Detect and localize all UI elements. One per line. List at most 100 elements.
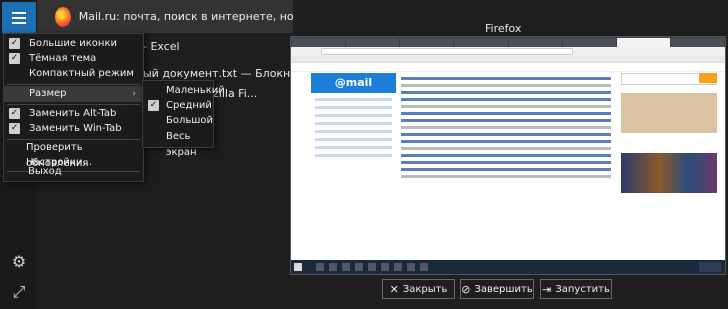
news-line xyxy=(401,119,611,122)
menu-item-label: Компактный режим xyxy=(29,68,134,79)
window-item-notepad-label[interactable]: ый документ.txt — Блокнот xyxy=(143,67,303,80)
close-button[interactable]: ✕ Закрыть xyxy=(382,279,455,299)
size-submenu: Маленький ✓ Средний Большой Весь экран xyxy=(142,80,225,158)
preview-line xyxy=(315,130,392,133)
submenu-item-label: Маленький xyxy=(166,85,225,96)
menu-item-exit-label[interactable]: Выход xyxy=(28,166,62,177)
browser-tab xyxy=(292,38,346,47)
main-menu: ✓ Большие иконки ✓ Тёмная тема Компактны… xyxy=(3,33,144,182)
chevron-right-icon: › xyxy=(132,89,136,99)
submenu-item-label: Весь экран xyxy=(166,131,197,158)
news-line xyxy=(401,84,611,87)
news-line xyxy=(401,126,611,129)
news-line xyxy=(401,77,611,80)
browser-tab xyxy=(508,38,562,47)
preview-right-column xyxy=(621,73,717,253)
preview-line xyxy=(315,146,392,149)
window-item-firefox[interactable]: Mail.ru: почта, поиск в интернете, новос… xyxy=(37,0,293,33)
launch-icon: ⇥ xyxy=(542,282,552,296)
menu-item-size[interactable]: Размер › xyxy=(4,86,143,102)
news-line xyxy=(401,140,611,143)
launch-button[interactable]: ⇥ Запустить xyxy=(540,279,612,299)
browser-tab xyxy=(454,38,508,47)
preview-taskbar xyxy=(291,260,725,274)
start-button xyxy=(294,263,302,271)
preview-title: Firefox xyxy=(485,22,522,35)
window-item-title: Mail.ru: почта, поиск в интернете, новос… xyxy=(78,10,293,23)
menu-separator xyxy=(7,84,140,85)
gear-icon[interactable]: ⚙ xyxy=(10,253,28,271)
preview-search xyxy=(621,73,717,85)
menu-item-large-icons[interactable]: ✓ Большие иконки xyxy=(4,36,143,52)
menu-item-label: Заменить Win-Tab xyxy=(29,123,122,134)
window-item-excel-label[interactable]: - Excel xyxy=(143,40,180,53)
taskbar-item xyxy=(329,263,337,271)
submenu-item-small[interactable]: Маленький xyxy=(143,83,225,99)
menu-item-compact-mode[interactable]: Компактный режим xyxy=(4,66,143,82)
menu-item-replace-alt-tab[interactable]: ✓ Заменить Alt-Tab xyxy=(4,106,143,122)
terminate-button-label: Завершить xyxy=(474,283,533,295)
browser-tab xyxy=(400,38,454,47)
check-icon: ✓ xyxy=(148,100,159,111)
browser-tab xyxy=(346,38,400,47)
check-icon: ✓ xyxy=(9,108,20,119)
news-line xyxy=(401,175,611,178)
menu-item-exit[interactable] xyxy=(4,165,143,181)
menu-item-check-updates[interactable]: Проверить обновления xyxy=(4,140,143,169)
submenu-item-label: Средний xyxy=(166,100,212,111)
launch-button-label: Запустить xyxy=(555,283,610,295)
news-line xyxy=(401,112,611,115)
taskbar-item xyxy=(316,263,324,271)
check-icon: ✓ xyxy=(9,38,20,49)
taskbar-item xyxy=(407,263,415,271)
mail-logo: @mail xyxy=(311,73,396,93)
menu-item-replace-win-tab[interactable]: ✓ Заменить Win-Tab xyxy=(4,121,143,137)
system-tray xyxy=(699,262,721,272)
menu-item-label: Размер xyxy=(29,88,67,99)
submenu-item-medium[interactable]: ✓ Средний xyxy=(143,98,213,114)
browser-tabbar xyxy=(291,37,725,47)
taskbar-item xyxy=(381,263,389,271)
preview-line xyxy=(315,122,392,125)
menu-separator xyxy=(7,104,140,105)
submenu-item-fullscreen[interactable]: Весь экран xyxy=(143,129,213,158)
fullscreen-icon[interactable]: ⤢ xyxy=(10,283,28,301)
submenu-item-label: Большой xyxy=(166,115,214,126)
news-line xyxy=(401,98,611,101)
preview-left-column: @mail xyxy=(311,73,396,253)
menu-item-dark-theme[interactable]: ✓ Тёмная тема xyxy=(4,51,143,67)
browser-urlbar xyxy=(291,47,725,56)
menu-item-label: Заменить Alt-Tab xyxy=(29,108,117,119)
preview-line xyxy=(315,154,392,157)
taskbar-item xyxy=(394,263,402,271)
news-line xyxy=(401,105,611,108)
browser-tab-active xyxy=(616,38,670,47)
bookmarks-bar xyxy=(291,56,725,63)
preview-line xyxy=(315,138,392,141)
taskbar-item xyxy=(420,263,428,271)
window-preview[interactable]: @mail xyxy=(290,36,726,275)
preview-search-button xyxy=(699,73,717,83)
preview-line xyxy=(315,114,392,117)
close-icon: ✕ xyxy=(389,282,399,296)
taskbar-item xyxy=(368,263,376,271)
preview-games-block xyxy=(621,153,717,193)
menu-item-label: Большие иконки xyxy=(29,38,117,49)
taskbar-item xyxy=(342,263,350,271)
news-line xyxy=(401,133,611,136)
hamburger-menu-button[interactable] xyxy=(2,2,36,33)
preview-line xyxy=(315,106,392,109)
news-line xyxy=(401,91,611,94)
terminate-button[interactable]: ⊘ Завершить xyxy=(460,279,534,299)
url-field xyxy=(321,48,573,55)
news-line xyxy=(401,161,611,164)
submenu-item-large[interactable]: Большой xyxy=(143,113,213,129)
hamburger-line xyxy=(12,16,26,19)
news-line xyxy=(401,147,611,150)
menu-item-label: Тёмная тема xyxy=(29,53,97,64)
check-icon: ✓ xyxy=(9,53,20,64)
taskbar-item xyxy=(355,263,363,271)
preview-news-column xyxy=(401,73,611,253)
close-button-label: Закрыть xyxy=(402,283,448,295)
preview-line xyxy=(315,98,392,101)
